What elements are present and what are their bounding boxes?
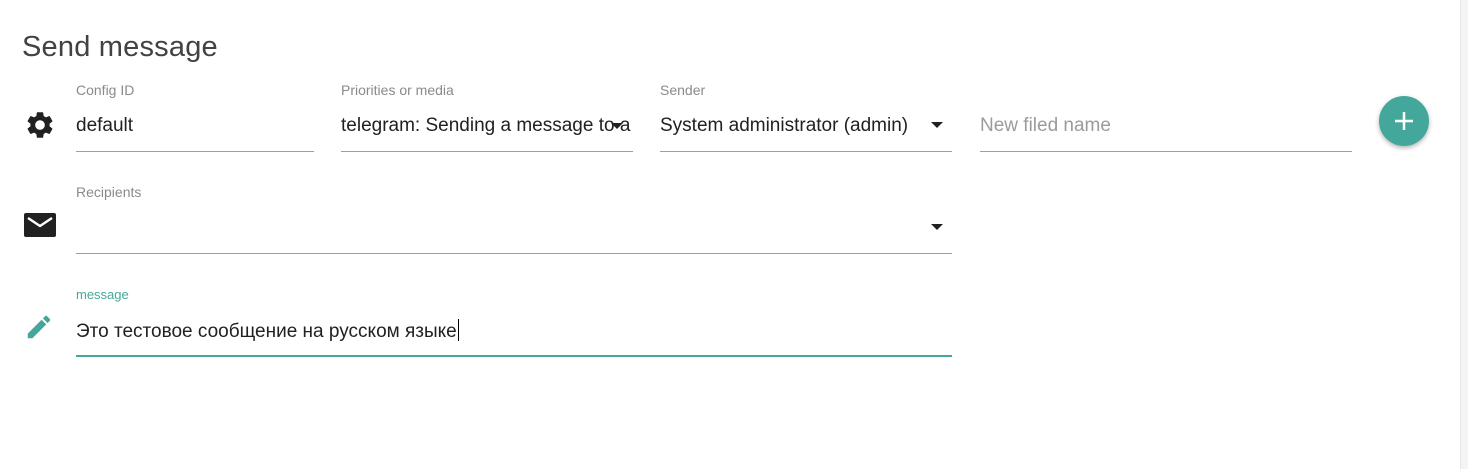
gear-icon (24, 109, 56, 141)
message-input[interactable]: Это тестовое сообщение на русском языке (76, 319, 952, 343)
config-id-value[interactable]: default (76, 115, 314, 137)
sender-select[interactable]: Sender System administrator (admin) (660, 82, 952, 152)
priorities-label: Priorities or media (341, 82, 454, 98)
priorities-underline (341, 151, 633, 152)
sender-label: Sender (660, 82, 706, 98)
priorities-select[interactable]: Priorities or media telegram: Sending a … (341, 82, 633, 152)
recipients-select[interactable]: Recipients (76, 184, 952, 254)
plus-icon (1395, 112, 1413, 130)
config-id-label: Config ID (76, 82, 135, 98)
priorities-value[interactable]: telegram: Sending a message to a (341, 115, 633, 137)
pencil-icon (24, 312, 54, 342)
sender-underline (660, 151, 952, 152)
mail-icon (24, 211, 56, 239)
message-underline (76, 355, 952, 357)
config-id-underline (76, 151, 314, 152)
message-label: message (76, 287, 129, 302)
recipients-label: Recipients (76, 184, 142, 200)
message-field[interactable]: message Это тестовое сообщение на русско… (76, 287, 952, 357)
send-message-panel: Send message Config ID default Prioritie… (0, 0, 1461, 469)
sender-value[interactable]: System administrator (admin) (660, 115, 922, 137)
chevron-down-icon[interactable] (931, 224, 943, 230)
add-field-button[interactable] (1379, 96, 1429, 146)
chevron-down-icon[interactable] (611, 123, 623, 129)
text-cursor (457, 319, 459, 341)
config-id-field[interactable]: Config ID default (76, 82, 314, 152)
chevron-down-icon[interactable] (931, 122, 943, 128)
new-field-name-placeholder[interactable]: New filed name (980, 115, 1352, 137)
page-title: Send message (22, 31, 218, 63)
new-field-name-underline (980, 151, 1352, 152)
message-text: Это тестовое сообщение на русском языке (76, 321, 457, 342)
new-field-name-input[interactable]: New filed name (980, 82, 1352, 152)
recipients-underline (76, 253, 952, 254)
